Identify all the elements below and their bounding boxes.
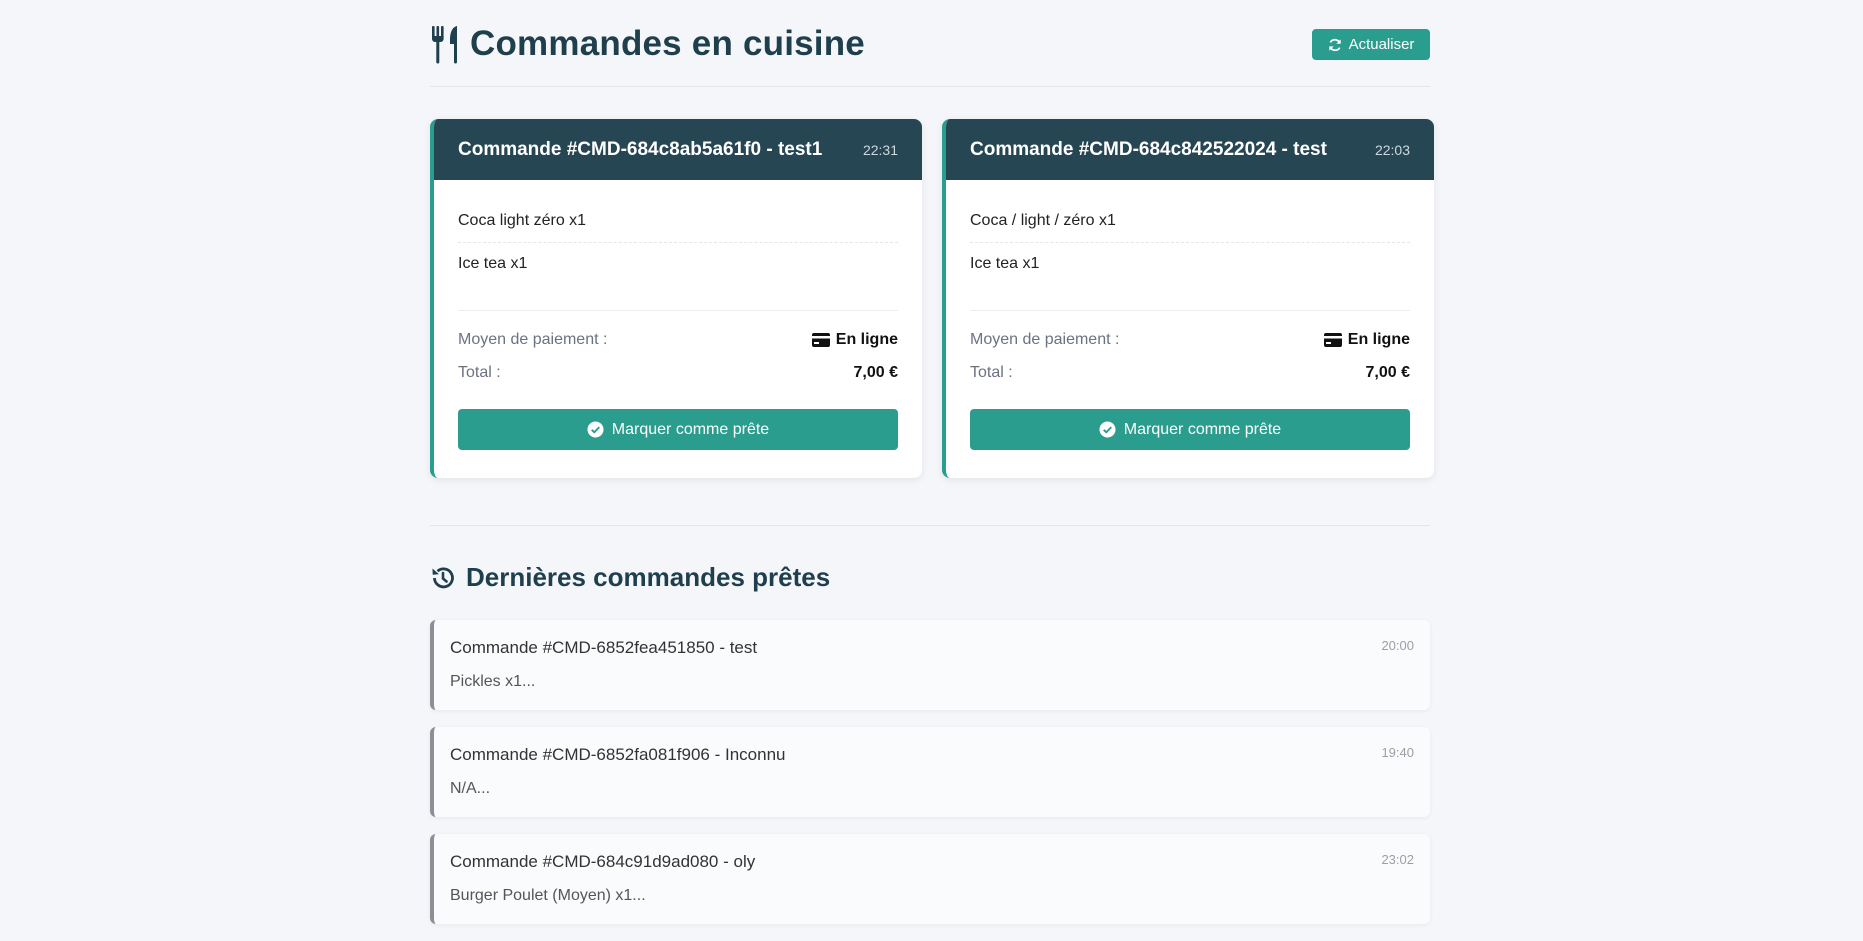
total-label: Total : [458,363,501,381]
order-card: Commande #CMD-684c8ab5a61f0 - test1 22:3… [430,119,922,478]
order-card-body: Coca / light / zéro x1 Ice tea x1 Moyen … [946,180,1434,450]
main-container: Commandes en cuisine Actualiser Commande… [430,0,1434,924]
page-title: Commandes en cuisine [470,24,865,63]
order-card-body: Coca light zéro x1 Ice tea x1 Moyen de p… [434,180,922,450]
order-item: Ice tea x1 [970,255,1040,272]
order-title: Commande #CMD-684c8ab5a61f0 - test1 [458,138,823,160]
payment-row: Moyen de paiement : En ligne [970,323,1410,356]
recent-order-name: Commande #CMD-6852fa081f906 - Inconnu [450,745,786,764]
total-value: 7,00 € [1365,363,1410,381]
recent-order-desc: N/A... [450,780,491,797]
recent-order-time: 23:02 [1381,852,1414,867]
check-circle-icon [587,421,604,438]
payment-value-group: En ligne [1323,330,1410,349]
credit-card-icon [1323,332,1342,347]
check-circle-icon [1099,421,1116,438]
orders-grid: Commande #CMD-684c8ab5a61f0 - test1 22:3… [430,119,1434,479]
page-header: Commandes en cuisine Actualiser [430,0,1430,87]
mark-ready-button[interactable]: Marquer comme prête [458,409,898,450]
total-label: Total : [970,363,1013,381]
recent-order-item: Commande #CMD-684c91d9ad080 - oly Burger… [430,834,1430,924]
recent-order-name: Commande #CMD-6852fea451850 - test [450,638,758,657]
payment-value: En ligne [1347,330,1410,348]
order-item: Coca / light / zéro x1 [970,200,1410,243]
order-time: 22:03 [1374,141,1410,158]
total-row: Total : 7,00 € [458,356,898,389]
recent-orders-list: Commande #CMD-6852fea451850 - test Pickl… [430,620,1430,941]
title-row: Commandes en cuisine [430,24,865,64]
credit-card-icon [811,332,830,347]
sync-icon [1328,38,1341,51]
payment-label: Moyen de paiement : [970,330,1120,348]
recent-order-item: Commande #CMD-6852fa081f906 - Inconnu N/… [430,727,1430,817]
order-item: Coca light zéro x1 [458,200,898,243]
payment-value: En ligne [835,330,898,348]
recent-order-time: 19:40 [1381,745,1414,760]
order-card-header: Commande #CMD-684c8ab5a61f0 - test1 22:3… [434,119,922,180]
order-title: Commande #CMD-684c842522024 - test [970,138,1327,160]
mark-ready-label: Marquer comme prête [611,420,770,438]
payment-value-group: En ligne [811,330,898,349]
mark-ready-label: Marquer comme prête [1123,420,1282,438]
recent-order-desc: Pickles x1... [450,673,536,690]
refresh-button[interactable]: Actualiser [1312,29,1430,60]
recent-order-name: Commande #CMD-684c91d9ad080 - oly [450,852,756,871]
order-time: 22:31 [862,141,898,158]
recent-order-time: 20:00 [1381,638,1414,653]
payment-row: Moyen de paiement : En ligne [458,323,898,356]
history-icon [432,567,454,588]
recent-order-item: Commande #CMD-6852fea451850 - test Pickl… [430,620,1430,710]
order-item: Ice tea x1 [458,255,528,272]
utensils-icon [432,26,457,64]
section-divider [430,525,1430,526]
order-card-header: Commande #CMD-684c842522024 - test 22:03 [946,119,1434,180]
total-row: Total : 7,00 € [970,356,1410,389]
payment-label: Moyen de paiement : [458,330,608,348]
mark-ready-button[interactable]: Marquer comme prête [970,409,1410,450]
recent-title: Dernières commandes prêtes [466,562,831,592]
order-items: Coca light zéro x1 Ice tea x1 [458,200,898,311]
order-items: Coca / light / zéro x1 Ice tea x1 [970,200,1410,311]
total-value: 7,00 € [853,363,898,381]
recent-order-desc: Burger Poulet (Moyen) x1... [450,887,646,904]
recent-section-header: Dernières commandes prêtes [430,562,830,593]
order-card: Commande #CMD-684c842522024 - test 22:03… [942,119,1434,478]
refresh-label: Actualiser [1348,36,1415,53]
